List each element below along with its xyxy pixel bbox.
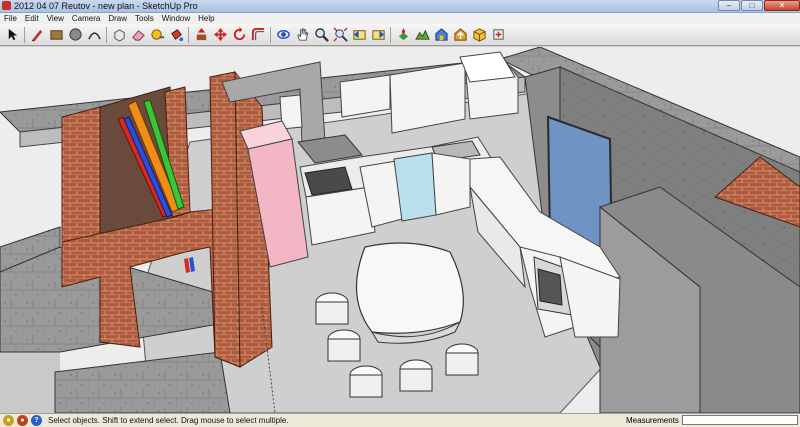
dining-table[interactable] (355, 242, 464, 334)
line-tool[interactable] (29, 27, 45, 43)
pencil-icon (31, 29, 42, 42)
next-view-icon (371, 30, 385, 40)
toolbar-separator (188, 26, 189, 43)
extension-tool[interactable] (490, 27, 506, 43)
share-model-tool[interactable] (452, 27, 468, 43)
arrow-cursor-icon (8, 28, 17, 41)
move-tool[interactable] (212, 27, 228, 43)
wall-cabinet-1[interactable] (339, 74, 391, 118)
share-icon (453, 28, 467, 41)
stool[interactable] (349, 374, 383, 398)
orbit-icon (276, 30, 290, 39)
minimize-button[interactable]: – (718, 0, 740, 11)
toolbar-separator (24, 26, 25, 43)
stool[interactable] (315, 301, 349, 325)
offset-tool[interactable] (250, 27, 266, 43)
paint-bucket-tool[interactable] (168, 27, 184, 43)
menu-bar: File Edit View Camera Draw Tools Window … (0, 13, 800, 24)
move-icon (213, 27, 227, 42)
warehouse-icon (434, 28, 448, 41)
next-view-tool[interactable] (370, 27, 386, 43)
menu-camera[interactable]: Camera (68, 13, 104, 24)
add-location-tool[interactable] (395, 27, 411, 43)
menu-view[interactable]: View (43, 13, 68, 24)
eraser-tool[interactable] (130, 27, 146, 43)
tape-measure-tool[interactable] (149, 27, 165, 43)
geolocation-icon[interactable]: ● (3, 415, 14, 426)
previous-view-tool[interactable] (351, 27, 367, 43)
sketchup-logo-icon (2, 1, 11, 10)
rotate-icon (233, 27, 245, 41)
magnifier-icon (314, 28, 329, 42)
rotate-tool[interactable] (231, 27, 247, 43)
circle-tool[interactable] (67, 27, 83, 43)
terrain-icon (414, 29, 430, 40)
maximize-button[interactable]: □ (741, 0, 763, 11)
menu-file[interactable]: File (0, 13, 21, 24)
eraser-icon (131, 30, 145, 41)
stool[interactable] (327, 338, 361, 362)
circle-icon (68, 28, 82, 41)
menu-edit[interactable]: Edit (21, 13, 43, 24)
hand-icon (296, 28, 308, 41)
zoom-tool[interactable] (313, 27, 329, 43)
menu-window[interactable]: Window (158, 13, 194, 24)
arc-tool[interactable] (86, 27, 102, 43)
measurements-input[interactable] (682, 415, 798, 425)
main-toolbar (0, 24, 800, 46)
close-button[interactable]: ✕ (764, 0, 800, 11)
make-component-tool[interactable] (111, 27, 127, 43)
title-bar: 2012 04 07 Reutov - new plan - SketchUp … (0, 0, 800, 13)
window-title: 2012 04 07 Reutov - new plan - SketchUp … (14, 1, 198, 11)
location-icon (398, 27, 408, 41)
status-bar: ● ● ? Select objects. Shift to extend se… (0, 413, 800, 427)
brick-shaft-left-face[interactable] (61, 106, 101, 243)
measurements-label: Measurements (626, 416, 679, 425)
components-box-icon (472, 28, 486, 42)
status-message: Select objects. Shift to extend select. … (48, 416, 289, 425)
component-icon (113, 29, 125, 42)
push-pull-tool[interactable] (193, 27, 209, 43)
stool[interactable] (445, 352, 479, 376)
get-models-tool[interactable] (433, 27, 449, 43)
kitchen-model (0, 47, 800, 413)
menu-draw[interactable]: Draw (104, 13, 131, 24)
credits-icon[interactable]: ● (17, 415, 28, 426)
model-viewport[interactable] (0, 47, 800, 413)
oven-door[interactable] (537, 268, 563, 306)
pan-tool[interactable] (294, 27, 310, 43)
dishwasher[interactable] (393, 152, 437, 222)
extension-icon (492, 29, 504, 40)
arc-icon (87, 32, 101, 40)
zoom-extents-tool[interactable] (332, 27, 348, 43)
orbit-tool[interactable] (275, 27, 291, 43)
components-tool[interactable] (471, 27, 487, 43)
toggle-terrain-tool[interactable] (414, 27, 430, 43)
help-icon[interactable]: ? (31, 415, 42, 426)
toolbar-separator (270, 26, 271, 43)
toolbar-separator (106, 26, 107, 43)
rectangle-icon (49, 30, 63, 40)
tape-measure-icon (150, 29, 164, 40)
window-controls: – □ ✕ (717, 0, 800, 12)
paint-bucket-icon (170, 29, 183, 42)
rectangle-tool[interactable] (48, 27, 64, 43)
offset-icon (251, 27, 264, 41)
menu-tools[interactable]: Tools (131, 13, 158, 24)
push-pull-icon (196, 27, 206, 41)
menu-help[interactable]: Help (194, 13, 218, 24)
previous-view-icon (352, 30, 366, 40)
toolbar-separator (390, 26, 391, 43)
base-cabinet-3[interactable] (431, 152, 471, 216)
stool[interactable] (399, 368, 433, 392)
select-tool[interactable] (4, 27, 20, 43)
zoom-extents-icon (332, 27, 348, 42)
